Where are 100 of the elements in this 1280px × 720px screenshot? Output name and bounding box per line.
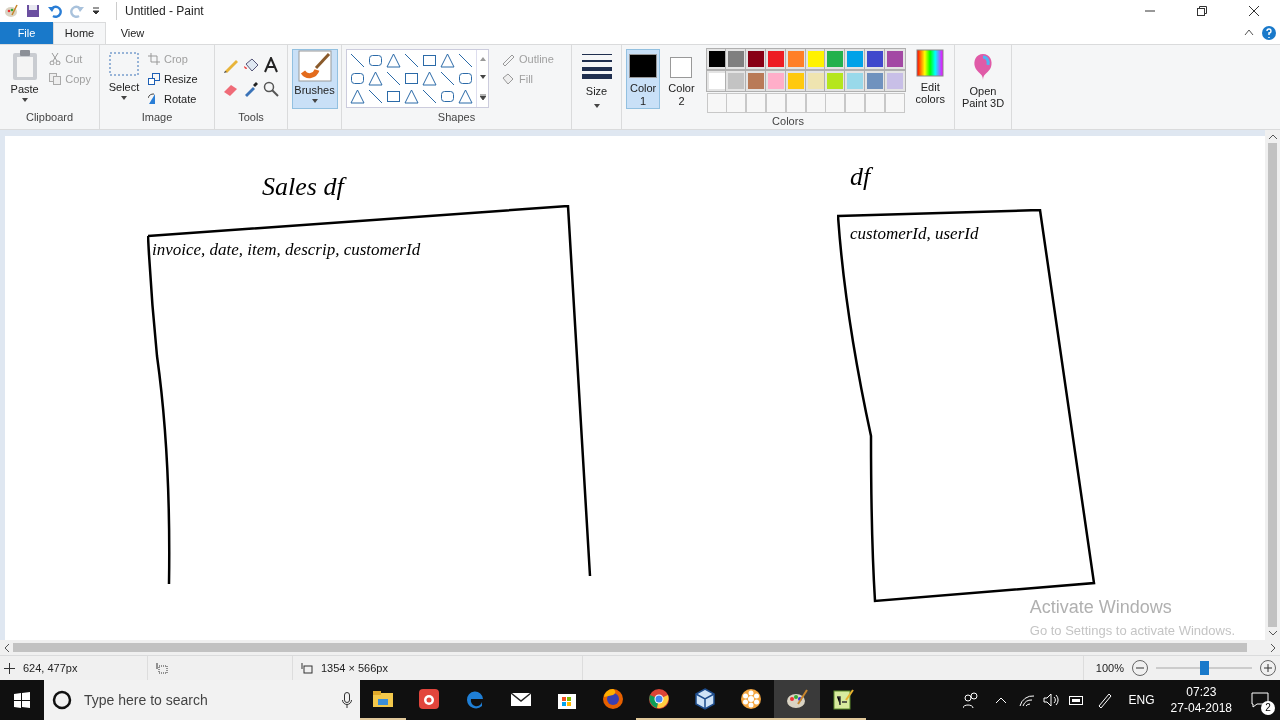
- slider-thumb[interactable]: [1200, 661, 1209, 675]
- file-tab[interactable]: File: [0, 22, 53, 44]
- cursor-position: 624, 477px: [23, 660, 78, 676]
- scissors-icon: [49, 53, 62, 65]
- palette-swatch[interactable]: [805, 49, 826, 69]
- shape-icon: [404, 53, 419, 68]
- palette-swatch[interactable]: [805, 71, 826, 91]
- cortana-icon: [52, 690, 72, 710]
- notepad-icon: [832, 688, 854, 710]
- resize-button[interactable]: Resize: [144, 69, 202, 89]
- palette-swatch[interactable]: [726, 71, 747, 91]
- paste-button[interactable]: Paste: [4, 49, 46, 102]
- open-paint-3d-button[interactable]: Open Paint 3D: [956, 53, 1010, 109]
- brush-icon: [297, 50, 332, 82]
- caret-icon: [121, 95, 127, 100]
- palette-swatch[interactable]: [746, 71, 767, 91]
- group-label: Shapes: [436, 109, 477, 125]
- palette-swatch[interactable]: [706, 71, 727, 91]
- ribbon-tab[interactable]: Home: [53, 22, 106, 44]
- paint-drop-icon: [971, 53, 995, 81]
- shape-icon: [440, 71, 455, 86]
- shape-icon: [404, 89, 419, 104]
- shape-icon: [404, 71, 419, 86]
- scroll-up-icon: [1268, 134, 1277, 139]
- select-button[interactable]: Select: [104, 49, 144, 100]
- color-slot-button[interactable]: Color 1: [626, 49, 661, 109]
- handwritten-title: df: [850, 161, 871, 193]
- redo-icon: [70, 4, 84, 18]
- zoom-level: 100%: [1095, 660, 1124, 676]
- palette-swatch[interactable]: [864, 71, 885, 91]
- zoom-slider[interactable]: [1156, 661, 1252, 675]
- help-icon: [1262, 26, 1276, 40]
- flower-icon: [740, 688, 762, 710]
- edit-colors-button[interactable]: Edit colors: [910, 49, 950, 113]
- palette-swatch[interactable]: [785, 71, 806, 91]
- vertical-scrollbar[interactable]: [1265, 130, 1280, 640]
- shape-icon: [386, 53, 401, 68]
- browser-icon: [602, 688, 624, 710]
- palette-swatch[interactable]: [845, 49, 866, 69]
- battery-icon: [1066, 694, 1085, 706]
- shape-icon: [350, 71, 365, 86]
- palette-swatch[interactable]: [706, 49, 727, 69]
- caret-icon: [593, 103, 600, 108]
- palette-swatch[interactable]: [825, 71, 846, 91]
- group-label: Tools: [237, 109, 265, 125]
- scroll-down-icon: [479, 75, 486, 80]
- language-indicator[interactable]: ENG: [1128, 691, 1155, 709]
- cube-icon: [694, 688, 716, 710]
- palette-swatch[interactable]: [884, 49, 905, 69]
- paint-bucket-icon: [243, 57, 259, 73]
- handwritten-columns: invoice, date, item, descrip, customerId: [152, 237, 421, 263]
- taskbar-app-button[interactable]: [774, 680, 820, 720]
- scroll-up-icon: [479, 57, 486, 62]
- palette-swatch[interactable]: [726, 49, 747, 69]
- clock[interactable]: 07:23 27-04-2018: [1170, 684, 1232, 716]
- search-bar[interactable]: Type here to search: [44, 680, 360, 720]
- line-width-icon: [581, 53, 612, 79]
- brushes-button[interactable]: Brushes: [291, 49, 338, 109]
- rotate-button[interactable]: Rotate: [144, 89, 202, 109]
- expand-icon: [479, 93, 486, 100]
- palette-swatch[interactable]: [864, 49, 885, 69]
- move-icon: [4, 662, 15, 674]
- copy-icon: [49, 73, 62, 85]
- palette-swatch[interactable]: [766, 49, 786, 69]
- close-icon: [1249, 6, 1259, 16]
- microphone-icon: [342, 692, 352, 708]
- shape-icon: [386, 89, 401, 104]
- shape-icon: [440, 53, 455, 68]
- shape-icon: [422, 89, 437, 104]
- palette-swatch[interactable]: [746, 49, 767, 69]
- horizontal-scrollbar[interactable]: [0, 640, 1280, 655]
- palette-swatch[interactable]: [766, 71, 786, 91]
- pencil-icon: [223, 57, 239, 73]
- palette-swatch[interactable]: [845, 71, 866, 91]
- handwritten-columns: customerId, userId: [850, 221, 979, 247]
- shape-icon: [458, 71, 473, 86]
- browser-icon: [648, 688, 670, 710]
- resize-icon: [148, 73, 160, 85]
- chevron-up-icon: [994, 696, 1007, 704]
- search-field[interactable]: Type here to search: [84, 689, 330, 711]
- crop-icon: [148, 53, 160, 65]
- clipboard-icon: [10, 49, 39, 81]
- notifications-button[interactable]: 2: [1240, 680, 1280, 720]
- scroll-down-icon: [1268, 631, 1277, 636]
- drawing-canvas[interactable]: Sales df invoice, date, item, descrip, customerId df customerId, userId Activate Windows Go to Settings to activate Windows.: [5, 136, 1265, 640]
- size-button[interactable]: Size: [581, 53, 612, 108]
- shape-icon: [422, 71, 437, 86]
- camera-icon: [418, 688, 440, 710]
- wifi-icon: [1018, 693, 1035, 707]
- color-slot-button[interactable]: Color 2: [664, 49, 699, 109]
- shape-icon: [350, 89, 365, 104]
- palette-swatch[interactable]: [785, 49, 806, 69]
- group-label: Colors: [771, 114, 805, 129]
- palette-swatch[interactable]: [825, 49, 846, 69]
- mail-icon: [510, 690, 532, 708]
- scroll-left-icon: [4, 643, 9, 652]
- group-label: Image: [140, 110, 174, 125]
- folder-icon: [372, 690, 394, 708]
- speaker-icon: [1042, 693, 1059, 707]
- palette-swatch[interactable]: [884, 71, 905, 91]
